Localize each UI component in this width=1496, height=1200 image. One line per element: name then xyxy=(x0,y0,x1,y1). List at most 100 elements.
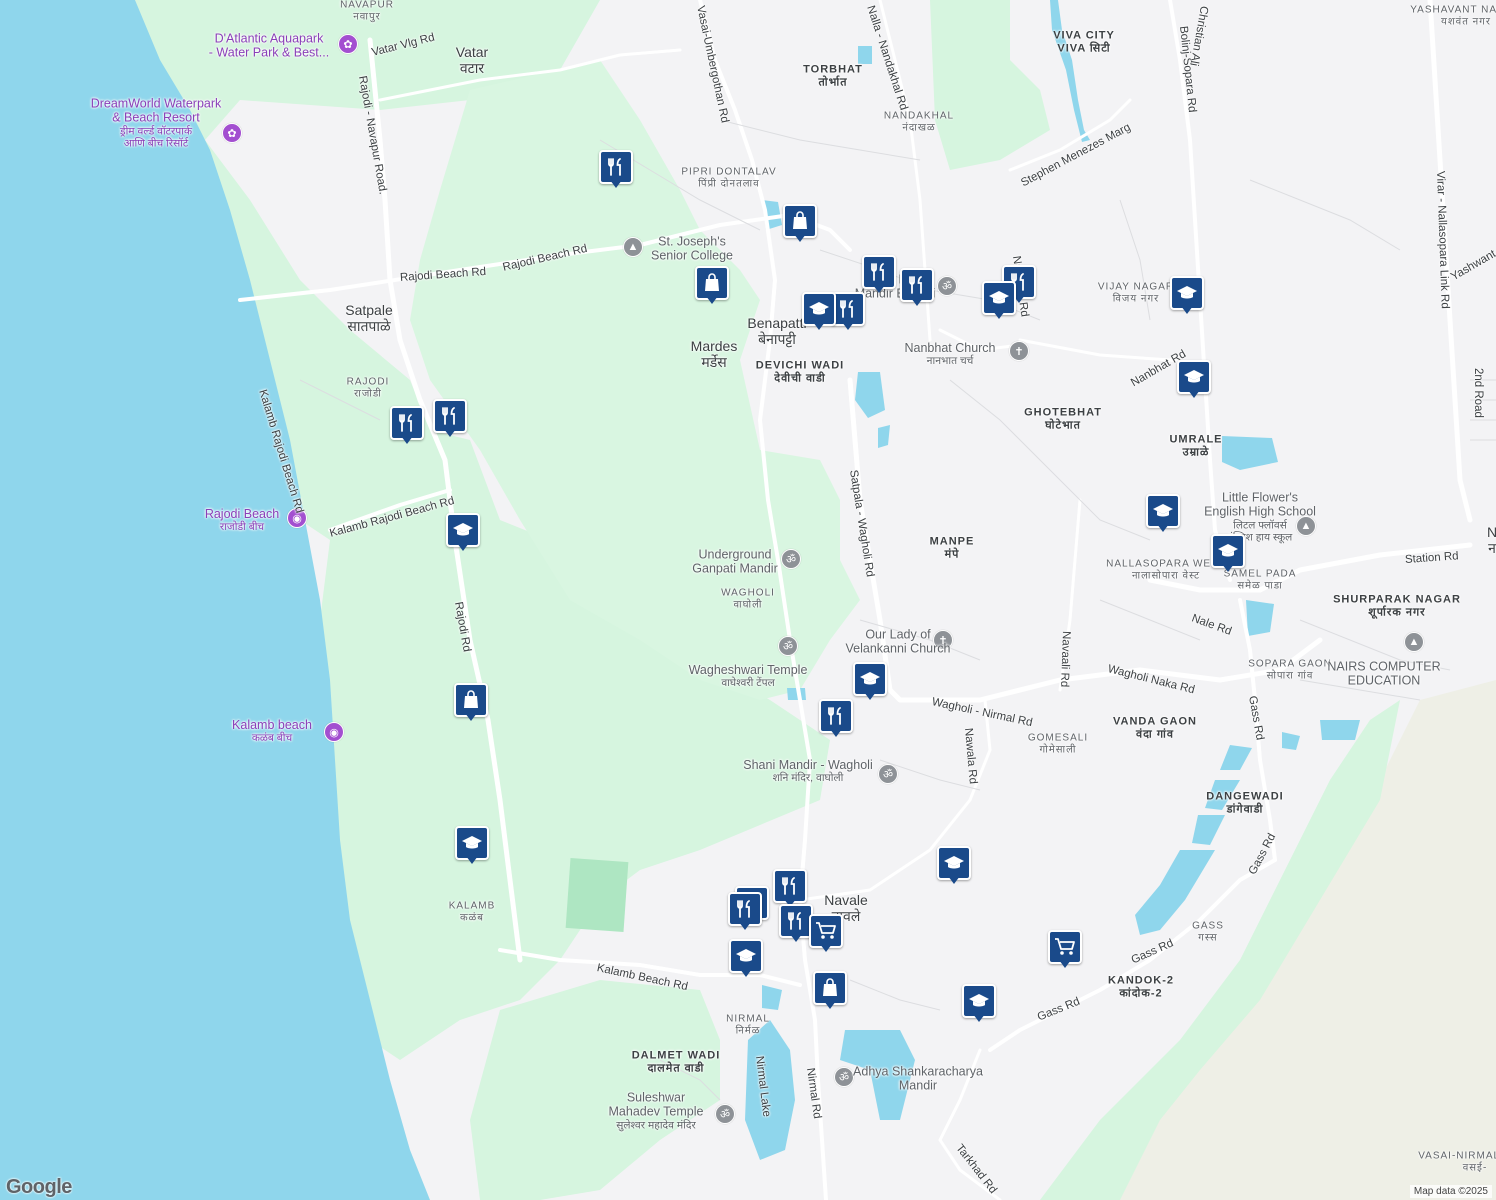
grocery-marker-icon[interactable] xyxy=(809,914,843,952)
church-icon[interactable]: ✝ xyxy=(1009,341,1029,361)
restaurant-marker-icon[interactable] xyxy=(599,150,633,188)
school-marker-icon[interactable] xyxy=(1146,494,1180,532)
school-icon[interactable]: ▲ xyxy=(623,237,643,257)
shopping-marker-icon[interactable] xyxy=(813,971,847,1009)
road-label-navaali: Navaali Rd xyxy=(1058,630,1072,688)
school-icon xyxy=(853,662,887,696)
shopping-marker-icon[interactable] xyxy=(454,683,488,721)
camera-icon[interactable]: ◉ xyxy=(324,722,344,742)
place-label-satpale[interactable]: Satpale सातपाळे xyxy=(345,302,392,334)
place-label-gass[interactable]: GASS गस्स xyxy=(1192,921,1224,944)
restaurant-marker-icon[interactable] xyxy=(862,255,896,293)
shopping-icon xyxy=(813,971,847,1005)
place-label-nallasopara-west[interactable]: NALLASOPARA WEST नालासोपारा वेस्ट xyxy=(1106,559,1226,582)
place-name: GHOTEBHAT xyxy=(1024,406,1102,419)
creek-vivacity xyxy=(1050,0,1090,142)
school-marker-icon[interactable] xyxy=(937,846,971,884)
shopping-marker-icon[interactable] xyxy=(695,266,729,304)
school-marker-icon[interactable] xyxy=(455,826,489,864)
restaurant-marker-icon[interactable] xyxy=(390,406,424,444)
temple-icon[interactable]: ॐ xyxy=(715,1104,735,1124)
place-name-marathi: वसई- xyxy=(1462,1162,1488,1173)
place-label-devichi-wadi[interactable]: DEVICHI WADI देवीची वाडी xyxy=(756,359,844,384)
temple-icon[interactable]: ॐ xyxy=(781,549,801,569)
place-label-shurparak-nagar[interactable]: SHURPARAK NAGAR शूर्पारक नगर xyxy=(1333,593,1461,618)
temple-icon[interactable]: ॐ xyxy=(878,764,898,784)
place-label-umrale[interactable]: UMRALE उम्राळे xyxy=(1169,433,1222,458)
place-label-vanda-gaon[interactable]: VANDA GAON वंदा गांव xyxy=(1113,715,1197,740)
grocery-marker-icon[interactable] xyxy=(1048,930,1082,968)
school-icon[interactable]: ▲ xyxy=(1404,632,1424,652)
place-label-vijay-nagar[interactable]: VIJAY NAGAR विजय नगर xyxy=(1098,282,1174,305)
place-label-kalamb[interactable]: KALAMB कळंब xyxy=(449,901,496,924)
place-label-sopara-gaon[interactable]: SOPARA GAON सोपारा गांव xyxy=(1248,659,1332,682)
school-marker-icon[interactable] xyxy=(729,939,763,977)
restaurant-marker-icon[interactable] xyxy=(433,399,467,437)
school-marker-icon[interactable] xyxy=(853,662,887,700)
restaurant-marker-icon[interactable] xyxy=(900,268,934,306)
restaurant-marker-icon[interactable] xyxy=(831,292,865,330)
place-name: VASAI-NIRMAL SALT xyxy=(1418,1150,1496,1162)
place-label-vatar[interactable]: Vatar वटार xyxy=(456,44,488,76)
place-name: KANDOK-2 xyxy=(1107,974,1175,987)
poi-name: Kalamb beach xyxy=(232,717,312,732)
poi-label-our-lady[interactable]: Our Lady of Velankanni Church xyxy=(846,628,951,657)
place-label-dalmet-wadi[interactable]: DALMET WADI दालमेत वाडी xyxy=(632,1049,721,1074)
poi-label-st-josephs[interactable]: St. Joseph's Senior College xyxy=(651,235,733,264)
restaurant-marker-icon[interactable] xyxy=(728,892,762,930)
place-label-ghotebhat[interactable]: GHOTEBHAT घोटेभात xyxy=(1024,406,1102,431)
poi-label-rajodi-beach[interactable]: Rajodi Beach राजोडी बीच xyxy=(205,507,279,533)
school-marker-icon[interactable] xyxy=(1211,534,1245,572)
poi-label-datlantic[interactable]: D'Atlantic Aquapark - Water Park & Best.… xyxy=(209,32,329,61)
restaurant-marker-icon[interactable] xyxy=(779,904,813,942)
school-marker-icon[interactable] xyxy=(802,292,836,330)
temple-icon[interactable]: ॐ xyxy=(778,636,798,656)
restaurant-marker-icon[interactable] xyxy=(773,869,807,907)
poi-label-adhya[interactable]: Adhya Shankaracharya Mandir xyxy=(853,1065,983,1094)
school-marker-icon[interactable] xyxy=(1177,360,1211,398)
marker-tail xyxy=(466,856,478,864)
school-marker-icon[interactable] xyxy=(446,513,480,551)
place-name-marathi: तोर्भात xyxy=(818,76,848,88)
amusement-icon[interactable]: ✿ xyxy=(222,123,242,143)
place-label-dangewadi[interactable]: DANGEWADI डांगेवाडी xyxy=(1206,790,1283,815)
place-label-torbhat[interactable]: TORBHAT तोर्भात xyxy=(803,63,863,88)
place-label-manpe[interactable]: MANPE मंपे xyxy=(930,535,975,560)
school-marker-icon[interactable] xyxy=(1170,276,1204,314)
marker-tail xyxy=(911,298,923,306)
shopping-icon xyxy=(454,683,488,717)
poi-label-underground-ganpati[interactable]: Underground Ganpati Mandir xyxy=(692,548,777,577)
poi-label-wagheshwari[interactable]: Wagheshwari Temple वाघेश्वरी टेंपल xyxy=(689,663,808,689)
place-label-yashavant-nagar[interactable]: YASHAVANT NAGARयशवंत नगर xyxy=(1410,5,1496,28)
place-label-kandok-2[interactable]: KANDOK-2 कांदोक-2 xyxy=(1108,974,1174,999)
place-label-viva-city[interactable]: VIVA CITY VIVA सिटी xyxy=(1053,29,1115,54)
place-label-benapatti[interactable]: Benapatti बेनापट्टी xyxy=(747,315,806,347)
place-label-vasai-nirmal-salt[interactable]: VASAI-NIRMAL SALTवसई- xyxy=(1418,1151,1496,1174)
poi-label-kalamb-beach[interactable]: Kalamb beach कळंब बीच xyxy=(232,718,312,744)
place-label-nandakhal[interactable]: NANDAKHAL नंदाखळ xyxy=(884,111,954,134)
school-marker-icon[interactable] xyxy=(962,984,996,1022)
shopping-marker-icon[interactable] xyxy=(783,204,817,242)
place-label-navapur[interactable]: NAVAPUR नवापुर xyxy=(340,0,394,23)
map-canvas[interactable]: NAVAPUR नवापुर Vatar वटार TORBHAT तोर्भात VIVA… xyxy=(0,0,1496,1200)
place-label-mardes[interactable]: Mardes मर्डेस xyxy=(691,338,738,370)
amusement-icon[interactable]: ✿ xyxy=(338,34,358,54)
marker-tail xyxy=(864,692,876,700)
poi-label-shani-mandir[interactable]: Shani Mandir - Wagholi शनि मंदिर, वाघोली xyxy=(743,758,872,784)
place-label-n-edge[interactable]: Nन xyxy=(1487,524,1496,556)
poi-label-dreamworld[interactable]: DreamWorld Waterpark & Beach Resort ड्रीम… xyxy=(91,97,222,150)
poi-label-suleshwar[interactable]: Suleshwar Mahadev Temple सुलेश्वर महादेव … xyxy=(609,1091,704,1132)
map-data-credit[interactable]: Map data ©2025 xyxy=(1409,1185,1492,1198)
temple-icon[interactable]: ॐ xyxy=(937,276,957,296)
place-label-gomesali[interactable]: GOMESALI गोमेसाली xyxy=(1028,733,1088,756)
place-label-wagholi[interactable]: WAGHOLI वाघोली xyxy=(721,588,775,611)
school-marker-icon[interactable] xyxy=(982,281,1016,319)
temple-icon[interactable]: ॐ xyxy=(834,1067,854,1087)
poi-label-nairs[interactable]: NAIRS COMPUTER EDUCATION xyxy=(1327,660,1440,689)
place-name-marathi: न xyxy=(1488,540,1496,556)
restaurant-marker-icon[interactable] xyxy=(819,699,853,737)
place-label-rajodi[interactable]: RAJODI राजोडी xyxy=(347,377,390,400)
place-label-nirmal[interactable]: NIRMAL निर्मळ xyxy=(726,1014,770,1037)
poi-label-nanbhat-church[interactable]: Nanbhat Church नानभात चर्च xyxy=(904,341,995,367)
place-label-pipri-dontalav[interactable]: PIPRI DONTALAV पिंप्री दोनतलाव xyxy=(681,167,776,190)
